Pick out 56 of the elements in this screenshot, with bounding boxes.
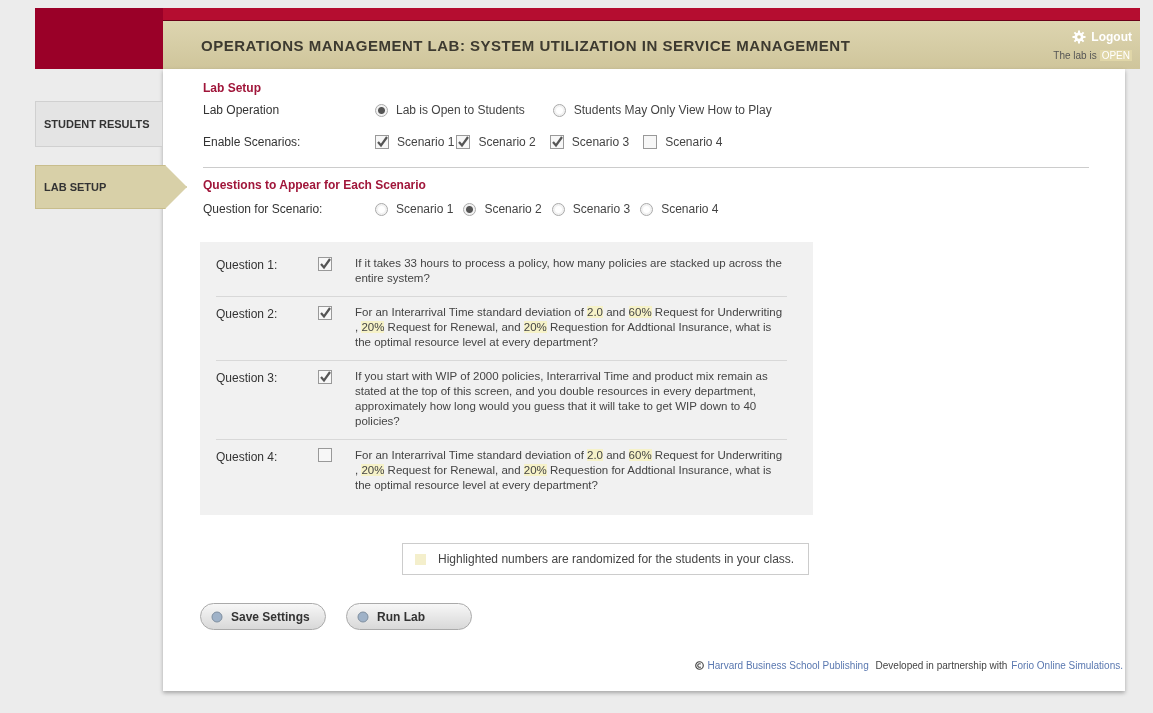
partner-text: Developed in partnership with xyxy=(874,660,1008,671)
check-icon xyxy=(319,307,331,319)
question-text: If it takes 33 hours to process a policy, how many policies are stacked up across the entire system? xyxy=(355,256,783,286)
action-button[interactable]: Save Settings xyxy=(200,603,326,630)
radio-button[interactable] xyxy=(551,202,565,216)
check-icon xyxy=(457,136,470,148)
radio-option[interactable]: Students May Only View How to Play xyxy=(552,103,772,117)
checkbox[interactable] xyxy=(318,370,332,384)
status-label: The lab is xyxy=(1053,49,1097,61)
question-label: Question 2: xyxy=(216,306,279,321)
radio-button[interactable] xyxy=(640,202,654,216)
checkbox-option[interactable]: Scenario 3 xyxy=(549,135,630,149)
checkbox[interactable] xyxy=(318,306,332,320)
checkbox[interactable] xyxy=(318,257,332,271)
page-title: OPERATIONS MANAGEMENT LAB: SYSTEM UTILIZATION IN SERVICE MANAGEMENT xyxy=(201,36,851,54)
question-text: For an Interarrival Time standard deviation of 2.0 and 60% Request for Underwriting , 20% Request for Renewal, and 20% Requestion for Addtional Insurance, what is the optimal resource level at every department? xyxy=(355,448,784,493)
check-icon xyxy=(550,136,563,148)
radio-button[interactable] xyxy=(552,103,566,117)
checkbox-option[interactable]: Scenario 4 xyxy=(643,135,723,149)
section-heading: Questions to Appear for Each Scenario xyxy=(203,178,427,192)
check-icon xyxy=(319,258,331,270)
field-label: Enable Scenarios: xyxy=(203,135,302,149)
question-label: Question 1: xyxy=(216,257,279,272)
radio-option[interactable]: Scenario 2 xyxy=(463,202,542,216)
copyright-icon xyxy=(694,661,704,670)
checkbox[interactable] xyxy=(318,448,332,462)
section-heading: Lab Setup xyxy=(203,81,262,95)
action-button[interactable]: Run Lab xyxy=(346,603,472,630)
question-text: For an Interarrival Time standard deviation of 2.0 and 60% Request for Underwriting , 20% Request for Renewal, and 20% Requestion for Addtional Insurance, what is the optimal resource level at every department? xyxy=(355,305,784,350)
checkbox[interactable] xyxy=(456,135,471,149)
radio-button[interactable] xyxy=(463,202,477,216)
question-label: Question 3: xyxy=(216,370,279,385)
radio-option[interactable]: Scenario 4 xyxy=(640,202,719,216)
highlight-swatch xyxy=(415,553,426,565)
field-label: Lab Operation xyxy=(203,103,281,117)
partner-link[interactable]: Forio Online Simulations. xyxy=(1011,660,1123,671)
checkbox[interactable] xyxy=(643,135,658,149)
checkbox[interactable] xyxy=(375,135,389,149)
legend-text: Highlighted numbers are randomized for the students in your class. xyxy=(438,552,795,566)
checkbox[interactable] xyxy=(549,135,564,149)
sidebar-tab[interactable]: STUDENT RESULTS xyxy=(35,101,163,147)
checkbox-option[interactable]: Scenario 2 xyxy=(456,135,536,149)
check-icon xyxy=(376,136,388,148)
field-label: Question for Scenario: xyxy=(203,202,324,216)
radio-button[interactable] xyxy=(375,103,388,117)
status-value: OPEN xyxy=(1099,49,1132,61)
radio-option[interactable]: Scenario 3 xyxy=(551,202,631,216)
check-icon xyxy=(319,371,331,383)
radio-button[interactable] xyxy=(375,202,388,216)
sidebar-tab[interactable]: LAB SETUP xyxy=(35,165,187,209)
radio-option[interactable]: Lab is Open to Students xyxy=(375,103,525,117)
radio-option[interactable]: Scenario 1 xyxy=(375,202,454,216)
question-label: Question 4: xyxy=(216,449,279,464)
checkbox-option[interactable]: Scenario 1 xyxy=(375,135,455,149)
question-text: If you start with WIP of 2000 policies, Interarrival Time and product mix remain as stated at the top of this screen, and you double resources in every department, approximately how long would you guess that it will take to get WIP down to 40 policies? xyxy=(355,369,769,429)
publisher-link[interactable]: Harvard Business School Publishing xyxy=(707,660,869,671)
